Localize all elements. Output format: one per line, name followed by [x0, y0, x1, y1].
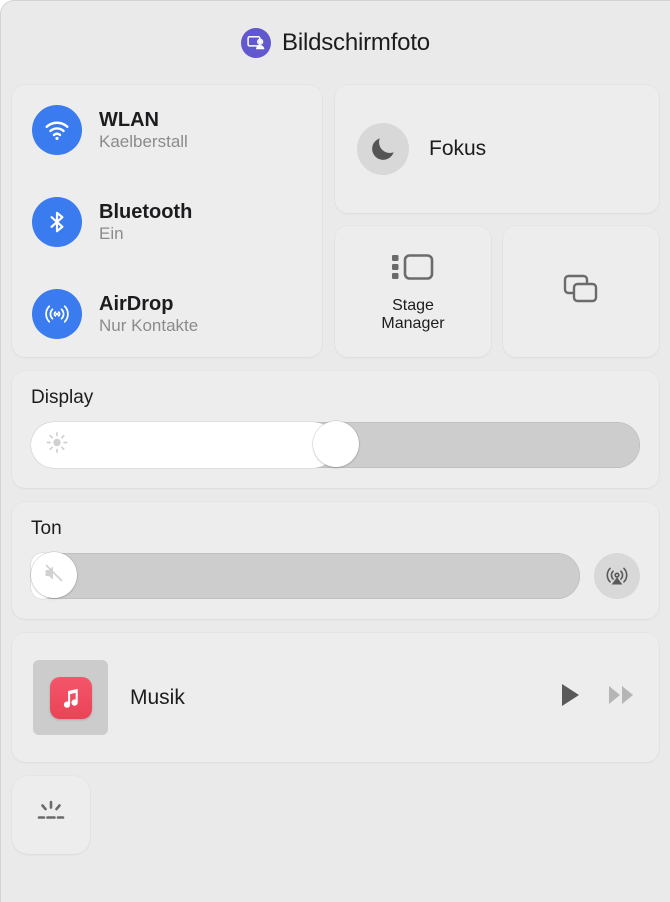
screen-mirroring-icon [560, 271, 602, 312]
bluetooth-icon[interactable] [32, 197, 82, 247]
page-title: Bildschirmfoto [282, 29, 430, 56]
sound-slider[interactable] [31, 552, 580, 599]
wifi-icon[interactable] [32, 105, 82, 155]
tile-row: Stage Manager [335, 226, 659, 357]
fast-forward-icon[interactable] [607, 683, 637, 712]
connectivity-item-wifi[interactable]: WLAN Kaelberstall [12, 105, 322, 155]
top-row: WLAN Kaelberstall Bluetooth Ein AirDrop … [1, 85, 670, 357]
media-panel: Musik [12, 633, 659, 762]
display-slider-fill [31, 422, 336, 468]
airplay-audio-icon[interactable] [594, 553, 640, 599]
focus-panel[interactable]: Fokus [335, 85, 659, 213]
display-heading: Display [31, 387, 94, 408]
play-icon[interactable] [559, 682, 583, 713]
sound-slider-knob[interactable] [31, 552, 77, 598]
volume-mute-icon [42, 561, 66, 590]
airdrop-icon[interactable] [32, 289, 82, 339]
connectivity-status: Nur Kontakte [99, 315, 199, 335]
apple-music-icon [49, 676, 92, 719]
stage-manager-tile[interactable]: Stage Manager [335, 226, 491, 357]
connectivity-title: AirDrop [99, 292, 174, 315]
bottom-row [1, 776, 670, 854]
focus-label: Fokus [429, 137, 487, 160]
media-row: Musik [1, 633, 670, 762]
connectivity-title: Bluetooth [99, 200, 193, 223]
connectivity-item-bluetooth[interactable]: Bluetooth Ein [12, 197, 322, 247]
sound-panel: Ton [12, 502, 659, 619]
display-row: Display [1, 371, 670, 488]
window-header: Bildschirmfoto [1, 1, 670, 85]
display-slider-knob[interactable] [312, 421, 359, 467]
media-title: Musik [130, 685, 185, 709]
album-artwork [33, 660, 108, 735]
display-slider-row [31, 421, 640, 468]
sound-heading: Ton [31, 518, 62, 539]
connectivity-item-airdrop[interactable]: AirDrop Nur Kontakte [12, 289, 322, 339]
stage-manager-label: Stage Manager [381, 297, 445, 332]
media-controls [559, 682, 637, 713]
stage-manager-icon [390, 250, 436, 289]
control-center-window: Bildschirmfoto WLAN Kaelberstall Bluetoo… [0, 0, 670, 902]
sound-row: Ton [1, 502, 670, 619]
connectivity-status: Ein [99, 223, 124, 243]
display-slider[interactable] [31, 421, 640, 468]
moon-icon [357, 123, 409, 175]
sound-slider-row [31, 552, 640, 599]
keyboard-brightness-icon [31, 796, 71, 835]
connectivity-panel: WLAN Kaelberstall Bluetooth Ein AirDrop … [12, 85, 322, 357]
connectivity-status: Kaelberstall [99, 131, 188, 151]
screen-mirroring-tile[interactable] [503, 226, 659, 357]
display-panel: Display [12, 371, 659, 488]
screenshot-app-icon [241, 28, 272, 58]
keyboard-brightness-tile[interactable] [12, 776, 90, 854]
right-column: Fokus Stage Manager [335, 85, 659, 357]
connectivity-title: WLAN [99, 108, 159, 131]
